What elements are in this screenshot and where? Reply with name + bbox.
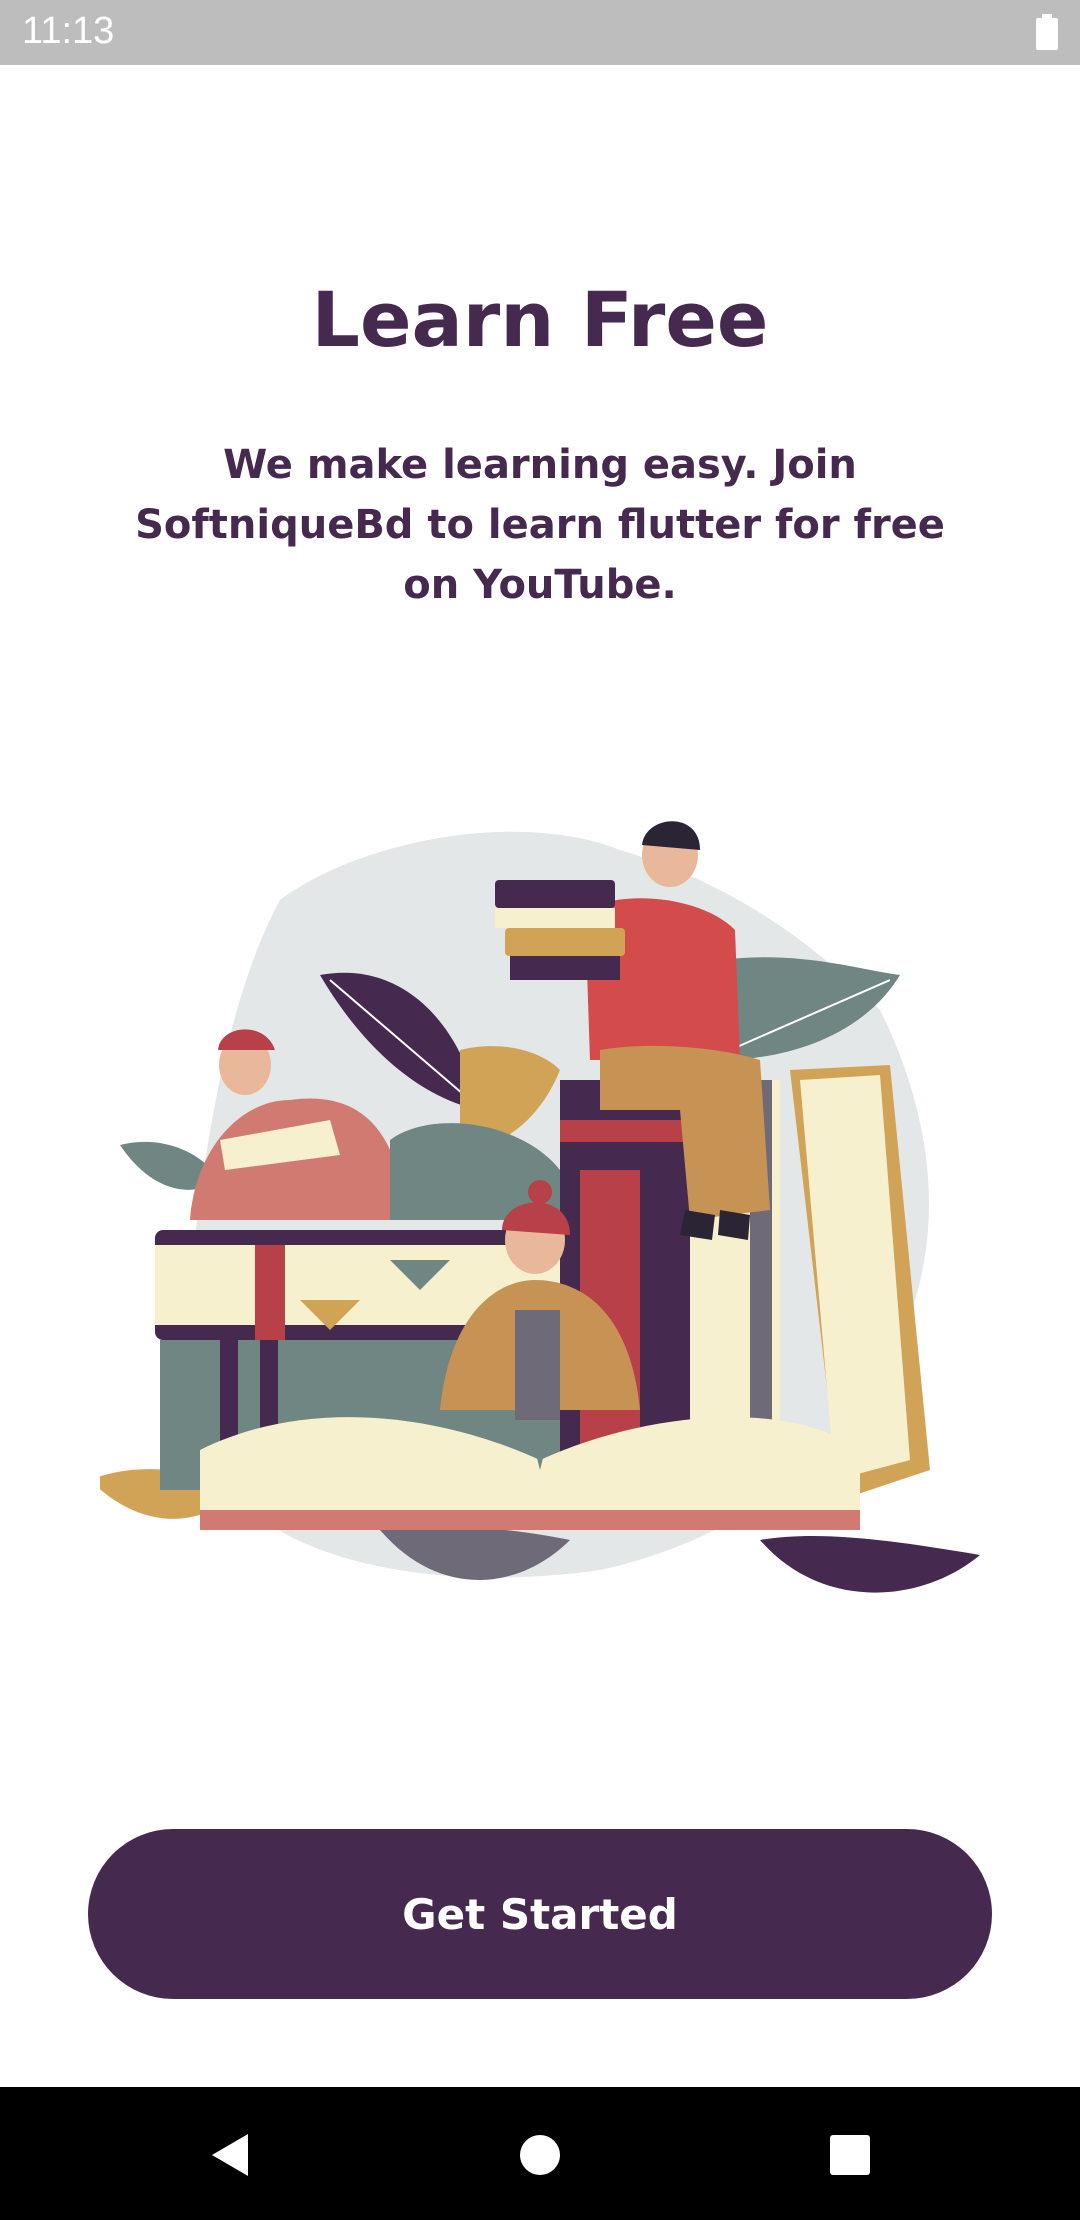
nav-back-button[interactable] [192,2117,268,2193]
status-bar: 11:13 [0,0,1080,65]
page-subtitle: We make learning easy. Join SoftniqueBd … [135,442,945,608]
back-icon [212,2134,248,2176]
nav-recents-button[interactable] [812,2117,888,2193]
home-icon [520,2135,560,2175]
page-title: Learn Free [311,275,769,364]
recents-icon [830,2135,870,2175]
reading-illustration-icon [100,821,980,1593]
nav-home-button[interactable] [502,2117,578,2193]
navigation-bar [0,2087,1080,2220]
battery-icon [1036,14,1058,50]
get-started-label: Get Started [402,1889,678,1939]
status-time: 11:13 [22,10,115,52]
get-started-button[interactable]: Get Started [88,1829,992,1999]
